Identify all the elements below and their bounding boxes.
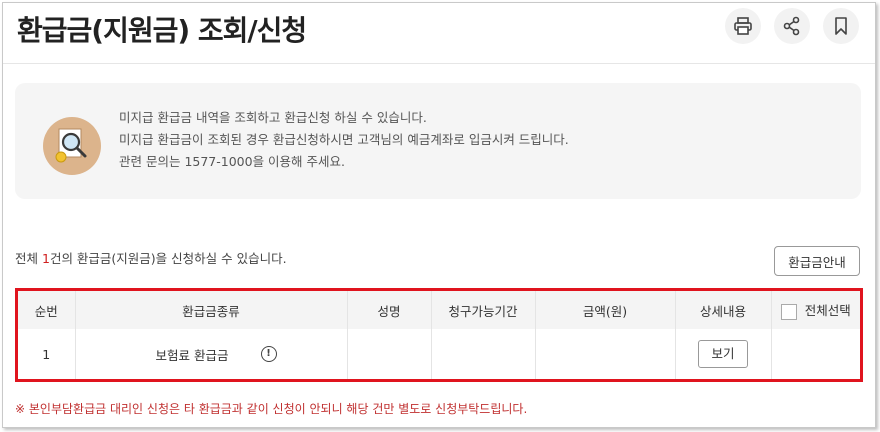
col-header-type: 환급금종류 — [74, 291, 347, 329]
share-icon — [783, 16, 800, 36]
info-line: 관련 문의는 1577-1000을 이용해 주세요. — [119, 154, 346, 169]
select-all-checkbox[interactable] — [780, 303, 797, 320]
col-header-number: 순번 — [34, 303, 58, 319]
refund-table-highlight: 순번 환급금종류 성명 청구가능기간 금액(원) 상세내용 전체선택 1 보험료… — [15, 288, 863, 382]
row-type-cell: 보험료 환급금 ! — [74, 329, 347, 379]
refund-count-text: 전체 1건의 환급금(지원금)을 신청하실 수 있습니다. — [15, 251, 287, 266]
info-icon[interactable]: ! — [260, 346, 277, 362]
row-period — [430, 329, 535, 379]
row-type: 보험료 환급금 — [155, 347, 229, 363]
col-header-select-all: 전체선택 — [770, 291, 860, 329]
row-name — [346, 329, 431, 379]
proxy-notice: ※ 본인부담환급금 대리인 신청은 타 환급금과 같이 신청이 안되니 해당 건… — [15, 402, 528, 416]
col-header-detail: 상세내용 — [674, 291, 771, 329]
col-header-name: 성명 — [346, 291, 431, 329]
refund-guide-button[interactable]: 환급금안내 — [774, 246, 860, 276]
info-box: 미지급 환급금 내역을 조회하고 환급신청 하실 수 있습니다. 미지급 환급금… — [15, 83, 861, 199]
print-button[interactable] — [725, 8, 761, 44]
refund-count: 1 — [41, 251, 50, 266]
row-number: 1 — [42, 346, 51, 362]
info-line: 미지급 환급금 내역을 조회하고 환급신청 하실 수 있습니다. — [119, 110, 427, 125]
refund-table: 순번 환급금종류 성명 청구가능기간 금액(원) 상세내용 전체선택 1 보험료… — [18, 291, 860, 379]
bookmark-button[interactable] — [823, 8, 859, 44]
table-header-row: 순번 환급금종류 성명 청구가능기간 금액(원) 상세내용 전체선택 — [18, 291, 860, 329]
page-title: 환급금(지원금) 조회/신청 — [17, 14, 307, 47]
view-detail-button[interactable]: 보기 — [698, 340, 748, 368]
bookmark-icon — [835, 17, 847, 35]
info-line: 미지급 환급금이 조회된 경우 환급신청하시면 고객님의 예금계좌로 입금시켜 … — [119, 132, 569, 147]
share-button[interactable] — [774, 8, 810, 44]
col-header-amount: 금액(원) — [534, 291, 675, 329]
page-frame: 환급금(지원금) 조회/신청 미지급 환급금 내역을 조회하고 환급신청 하실 … — [2, 2, 876, 428]
table-row: 1 보험료 환급금 ! 보기 — [18, 329, 860, 379]
col-header-period: 청구가능기간 — [430, 291, 535, 329]
info-text: 미지급 환급금 내역을 조회하고 환급신청 하실 수 있습니다. 미지급 환급금… — [119, 107, 569, 173]
row-select-cell — [770, 329, 860, 379]
row-amount — [534, 329, 675, 379]
magnifier-document-icon — [43, 117, 101, 175]
print-icon — [734, 17, 752, 35]
row-detail-cell: 보기 — [674, 329, 771, 379]
title-divider — [3, 63, 875, 64]
